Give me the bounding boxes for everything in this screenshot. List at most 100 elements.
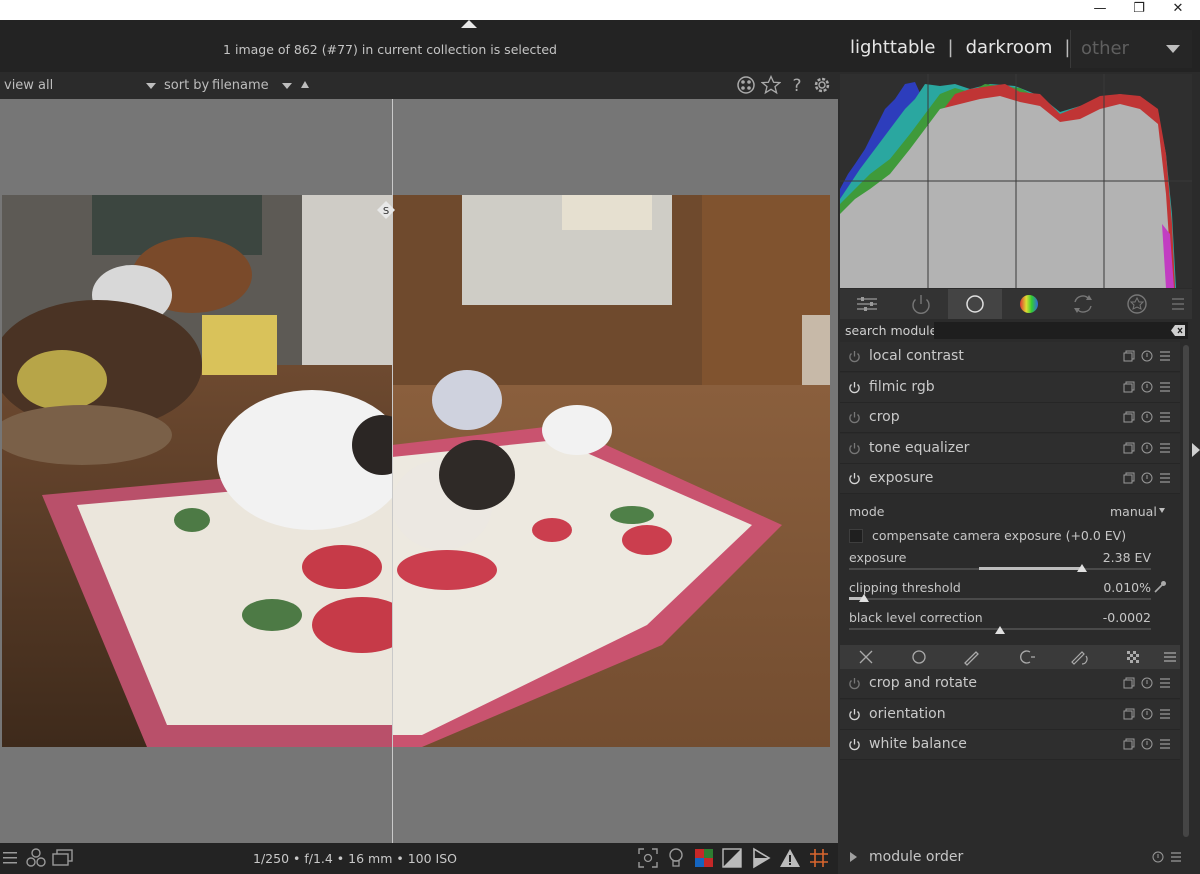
reset-icon[interactable] <box>1141 738 1153 750</box>
collapse-right-panel-arrow[interactable] <box>1192 443 1200 457</box>
mask-off-icon[interactable] <box>856 648 876 666</box>
reset-icon[interactable] <box>1141 708 1153 720</box>
view-separator: | <box>947 37 954 58</box>
expand-arrow-icon <box>850 852 857 862</box>
exposure-slider[interactable] <box>849 567 1151 570</box>
module-name: filmic rgb <box>869 378 935 395</box>
effects-modules-icon[interactable] <box>1110 289 1164 319</box>
multi-instance-icon[interactable] <box>1123 708 1135 720</box>
view-lighttable[interactable]: lighttable <box>850 37 935 58</box>
split-marker[interactable]: S <box>377 201 395 219</box>
image-viewport[interactable]: S <box>0 99 838 843</box>
view-other-dropdown[interactable]: other <box>1070 30 1192 68</box>
module-row[interactable]: filmic rgb <box>840 372 1180 403</box>
sort-order-icon[interactable] <box>301 81 309 88</box>
clipping-slider-thumb[interactable] <box>859 594 870 602</box>
view-filter-select[interactable]: all <box>38 78 53 93</box>
power-icon[interactable] <box>848 472 861 485</box>
reset-icon[interactable] <box>1141 677 1153 689</box>
module-row[interactable]: exposure <box>840 464 1180 494</box>
presets-menu-icon[interactable] <box>1159 381 1171 393</box>
presets-menu-icon[interactable] <box>1159 350 1171 362</box>
multi-instance-icon[interactable] <box>1123 472 1135 484</box>
color-picker-icon[interactable] <box>1153 580 1167 594</box>
softproof-icon[interactable] <box>721 847 743 869</box>
clear-search-icon[interactable] <box>1171 325 1185 336</box>
module-row[interactable]: crop <box>840 403 1180 433</box>
base-modules-icon[interactable] <box>948 289 1002 319</box>
presets-menu-icon[interactable] <box>1159 708 1171 720</box>
overexposed-icon[interactable] <box>779 847 801 869</box>
module-row[interactable]: white balance <box>840 730 1180 760</box>
compensate-checkbox[interactable] <box>849 529 863 543</box>
histogram[interactable] <box>840 74 1192 288</box>
minimize-button[interactable]: — <box>1080 0 1120 20</box>
chevron-down-icon[interactable] <box>282 83 292 89</box>
uniform-mask-icon[interactable] <box>909 648 929 666</box>
module-row[interactable]: crop and rotate <box>840 669 1180 699</box>
active-modules-icon[interactable] <box>894 289 948 319</box>
reset-icon[interactable] <box>1141 381 1153 393</box>
split-marker-label: S <box>383 206 389 217</box>
mask-presets-icon[interactable] <box>1160 648 1180 666</box>
star-icon[interactable] <box>761 75 781 95</box>
module-row[interactable]: tone equalizer <box>840 433 1180 464</box>
module-row[interactable]: orientation <box>840 699 1180 730</box>
presets-menu-icon[interactable] <box>1164 289 1192 319</box>
color-assessment-icon[interactable] <box>693 847 715 869</box>
settings-icon[interactable] <box>812 75 832 95</box>
exposure-slider-thumb[interactable] <box>1076 564 1087 572</box>
reset-icon[interactable] <box>1141 472 1153 484</box>
reset-icon[interactable] <box>1141 350 1153 362</box>
presets-menu-icon[interactable] <box>1159 411 1171 423</box>
correction-modules-icon[interactable] <box>1056 289 1110 319</box>
raster-mask-icon[interactable] <box>1123 648 1143 666</box>
restore-button[interactable]: ❐ <box>1119 0 1159 20</box>
right-panel-scrollbar[interactable] <box>1183 345 1189 837</box>
power-icon[interactable] <box>848 738 861 751</box>
mode-select[interactable]: manual <box>1110 504 1157 519</box>
presets-menu-icon[interactable] <box>1159 738 1171 750</box>
multi-instance-icon[interactable] <box>1123 442 1135 454</box>
presets-menu-icon[interactable] <box>1170 851 1182 863</box>
multi-instance-icon[interactable] <box>1123 738 1135 750</box>
power-icon[interactable] <box>848 442 861 455</box>
chevron-down-icon[interactable] <box>146 83 156 89</box>
multi-instance-icon[interactable] <box>1123 411 1135 423</box>
parametric-mask-icon[interactable] <box>1016 648 1036 666</box>
black-level-slider-thumb[interactable] <box>995 626 1005 634</box>
module-order-row[interactable]: module order <box>840 843 1192 871</box>
power-icon[interactable] <box>848 350 861 363</box>
presets-menu-icon[interactable] <box>1159 472 1171 484</box>
presets-menu-icon[interactable] <box>1159 442 1171 454</box>
sort-select[interactable]: filename <box>212 78 269 93</box>
presets-menu-icon[interactable] <box>1159 677 1171 689</box>
chevron-down-icon[interactable] <box>1159 508 1165 513</box>
search-module-input[interactable] <box>934 322 1188 339</box>
quick-access-icon[interactable] <box>840 289 894 319</box>
close-button[interactable]: ✕ <box>1158 0 1198 20</box>
view-darkroom[interactable]: darkroom <box>966 37 1053 58</box>
clipping-slider[interactable] <box>849 597 1151 600</box>
multi-instance-icon[interactable] <box>1123 677 1135 689</box>
collapse-top-panel-arrow[interactable] <box>461 20 477 28</box>
drawn-parametric-mask-icon[interactable] <box>1070 648 1090 666</box>
color-modules-icon[interactable] <box>1002 289 1056 319</box>
drawn-mask-icon[interactable] <box>962 648 982 666</box>
power-icon[interactable] <box>848 708 861 721</box>
module-row[interactable]: local contrast <box>840 342 1180 372</box>
lightbulb-icon[interactable] <box>665 847 687 869</box>
focus-peaking-icon[interactable] <box>637 847 659 869</box>
multi-instance-icon[interactable] <box>1123 381 1135 393</box>
gamut-check-icon[interactable] <box>750 847 772 869</box>
reset-icon[interactable] <box>1152 851 1164 863</box>
guides-icon[interactable] <box>808 847 830 869</box>
reset-icon[interactable] <box>1141 442 1153 454</box>
multi-instance-icon[interactable] <box>1123 350 1135 362</box>
grouping-icon[interactable] <box>736 75 756 95</box>
reset-icon[interactable] <box>1141 411 1153 423</box>
power-icon[interactable] <box>848 411 861 424</box>
power-icon[interactable] <box>848 677 861 690</box>
power-icon[interactable] <box>848 381 861 394</box>
help-icon[interactable]: ? <box>787 75 807 95</box>
